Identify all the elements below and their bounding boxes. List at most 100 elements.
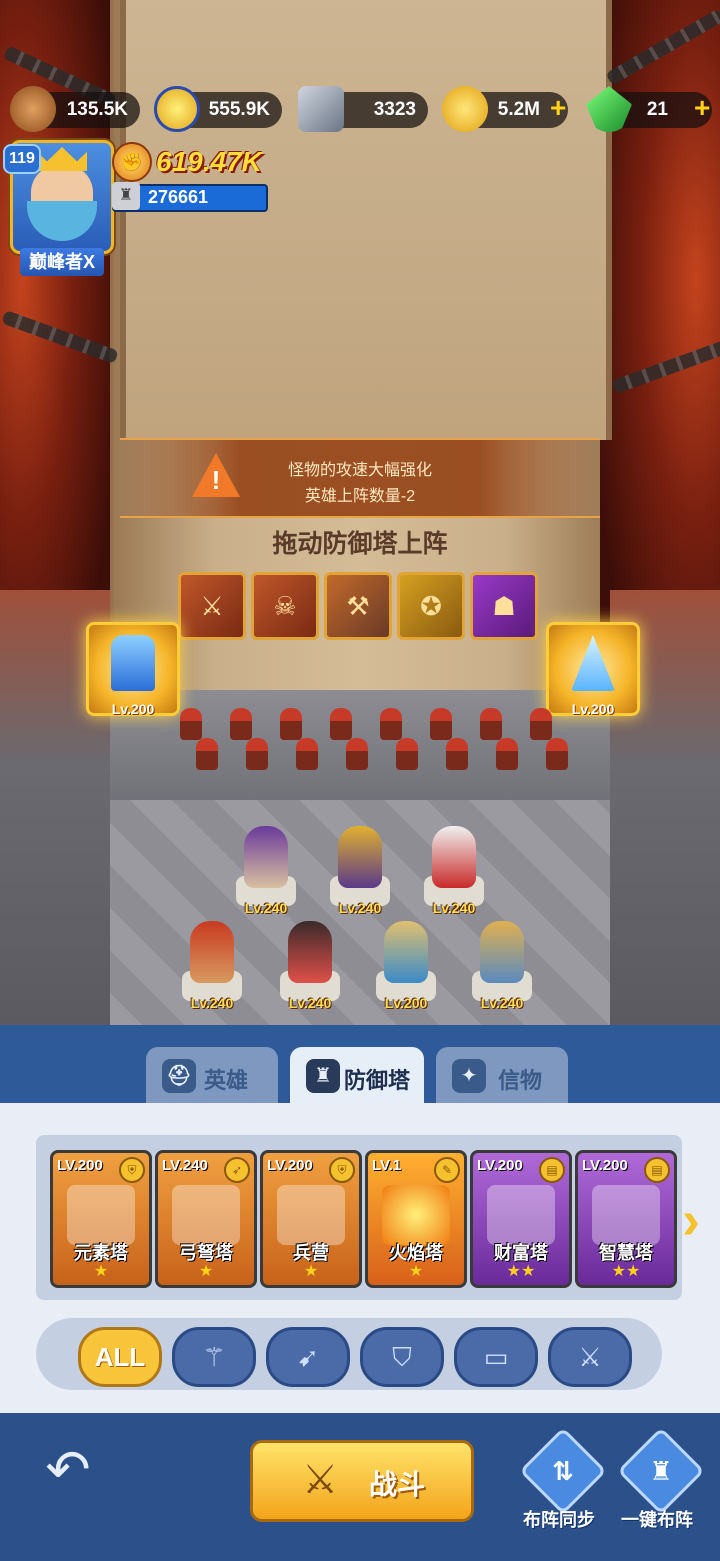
enemy-soldier: [296, 738, 318, 770]
auto-formation-button[interactable]: ♜ 一键布阵: [612, 1427, 705, 1540]
chevron-right-icon[interactable]: ›: [682, 1192, 716, 1248]
filter-all[interactable]: ALL: [78, 1327, 162, 1387]
enemy-soldier: [230, 708, 252, 740]
hero-unit[interactable]: Lv.240: [182, 915, 242, 1011]
enemy-soldier: [530, 708, 552, 740]
tower-card-crossbow[interactable]: LV.240 ➶ 弓弩塔 ★: [155, 1150, 257, 1288]
card-stars: ★: [303, 1263, 319, 1280]
card-stars: ★: [93, 1263, 109, 1280]
hero-figure: [338, 826, 382, 888]
enemy-soldier: [446, 738, 468, 770]
enemy-soldier: [396, 738, 418, 770]
filter-support-icon[interactable]: ▭: [454, 1327, 538, 1387]
sync-arrows-icon: ⇅: [552, 1456, 574, 1486]
enemy-preview-slot[interactable]: ☠: [251, 572, 319, 640]
tab-tokens[interactable]: ✦ 信物: [436, 1047, 568, 1105]
tower-card-fire[interactable]: LV.1 ✎ 火焰塔 ★: [365, 1150, 467, 1288]
hero-unit[interactable]: Lv.240: [424, 820, 484, 916]
iron-ore-icon: [298, 86, 344, 132]
power-display: ✊ 619.47K: [112, 142, 262, 182]
enemy-soldier: [496, 738, 518, 770]
open-book-icon: [592, 1185, 660, 1245]
shield-badge-icon: ⛨: [329, 1157, 355, 1183]
book-badge-icon: ▤: [644, 1157, 670, 1183]
sync-formation-button[interactable]: ⇅ 布阵同步: [514, 1427, 607, 1540]
fight-button[interactable]: ⚔ 战斗: [250, 1440, 474, 1522]
auto-label: 一键布阵: [621, 1510, 693, 1530]
helmet-icon: ⛑: [162, 1059, 196, 1093]
hero-unit[interactable]: Lv.240: [236, 820, 296, 916]
resource-gold[interactable]: 5.2M +: [442, 86, 568, 132]
hero-unit[interactable]: Lv.240: [330, 820, 390, 916]
stone-slab: [120, 0, 612, 440]
enemy-preview-slot[interactable]: ☗: [470, 572, 538, 640]
card-level: LV.200: [57, 1157, 103, 1174]
resource-wood[interactable]: 135.5K: [10, 86, 140, 132]
enemy-soldier: [280, 708, 302, 740]
add-gem-plus-icon[interactable]: +: [694, 94, 718, 122]
tab-label: 英雄: [204, 1068, 249, 1093]
enemy-portrait-icon: ☗: [492, 591, 516, 621]
card-level: LV.240: [162, 1157, 208, 1174]
tower-card-element[interactable]: LV.200 ⛨ 元素塔 ★: [50, 1150, 152, 1288]
card-stars: ★★: [611, 1263, 641, 1280]
tower-card-barracks[interactable]: LV.200 ⛨ 兵营 ★: [260, 1150, 362, 1288]
resource-ore[interactable]: 3323: [298, 86, 428, 132]
tower-level: Lv.200: [111, 701, 155, 717]
placed-tower-left[interactable]: Lv.200: [86, 622, 180, 717]
tab-towers[interactable]: ♜ 防御塔: [290, 1047, 424, 1105]
tower-icon: ♜: [649, 1456, 673, 1486]
add-gold-plus-icon[interactable]: +: [550, 94, 574, 122]
castle-power-bar: ♜ 276661: [112, 182, 268, 212]
filter-magic-icon[interactable]: ⚚: [172, 1327, 256, 1387]
filter-ranged-icon[interactable]: ➹: [266, 1327, 350, 1387]
enemy-soldier: [246, 738, 268, 770]
enemy-preview-slot[interactable]: ✪: [397, 572, 465, 640]
resource-value: 135.5K: [66, 99, 128, 120]
book-badge-icon: ▤: [539, 1157, 565, 1183]
hero-unit[interactable]: Lv.240: [280, 915, 340, 1011]
filter-defense-icon[interactable]: ⛉: [360, 1327, 444, 1387]
ballista-icon: [172, 1185, 240, 1245]
star-medal-icon: [154, 86, 200, 132]
filter-melee-icon[interactable]: ⚔: [548, 1327, 632, 1387]
crystal-tower-icon: [571, 635, 615, 691]
back-arrow-icon[interactable]: ↶: [28, 1440, 108, 1500]
hero-level: Lv.240: [432, 900, 476, 916]
tower-card-wisdom[interactable]: LV.200 ▤ 智慧塔 ★★: [575, 1150, 677, 1288]
enemy-soldier: [346, 738, 368, 770]
resource-value: 5.2M: [497, 99, 540, 120]
resource-gem[interactable]: 21 +: [586, 86, 712, 132]
fist-power-icon: ✊: [112, 142, 152, 182]
stone-golem-icon: [67, 1185, 135, 1245]
resource-value: 555.9K: [208, 99, 270, 120]
modifier-line-2: 英雄上阵数量-2: [304, 488, 416, 505]
enemy-preview-slot[interactable]: ⚔: [178, 572, 246, 640]
enemy-portrait-icon: ⚔: [200, 591, 224, 621]
enemy-soldier: [430, 708, 452, 740]
hero-unit[interactable]: Lv.200: [376, 915, 436, 1011]
wood-log-icon: [10, 86, 56, 132]
placed-tower-right[interactable]: Lv.200: [546, 622, 640, 717]
hero-unit[interactable]: Lv.240: [472, 915, 532, 1011]
enemy-preview-slot[interactable]: ⚒: [324, 572, 392, 640]
hero-level: Lv.200: [384, 995, 428, 1011]
drag-hint-title: 拖动防御塔上阵: [272, 530, 448, 558]
tower-card-wealth[interactable]: LV.200 ▤ 财富塔 ★★: [470, 1150, 572, 1288]
enemy-soldier: [196, 738, 218, 770]
power-value: 619.47K: [156, 146, 262, 177]
enemy-portrait-icon: ✪: [420, 591, 442, 621]
hero-figure: [244, 826, 288, 888]
hero-level: Lv.240: [480, 995, 524, 1011]
tab-heroes[interactable]: ⛑ 英雄: [146, 1047, 278, 1105]
hero-level: Lv.240: [190, 995, 234, 1011]
resource-value: 21: [646, 99, 668, 120]
card-level: LV.200: [477, 1157, 523, 1174]
hero-level: Lv.240: [244, 900, 288, 916]
hero-level: Lv.240: [288, 995, 332, 1011]
player-level-badge: 119: [3, 144, 41, 174]
tab-label: 信物: [498, 1068, 543, 1093]
resource-medal[interactable]: 555.9K: [154, 86, 282, 132]
hero-figure: [384, 921, 428, 983]
enemy-soldier: [380, 708, 402, 740]
